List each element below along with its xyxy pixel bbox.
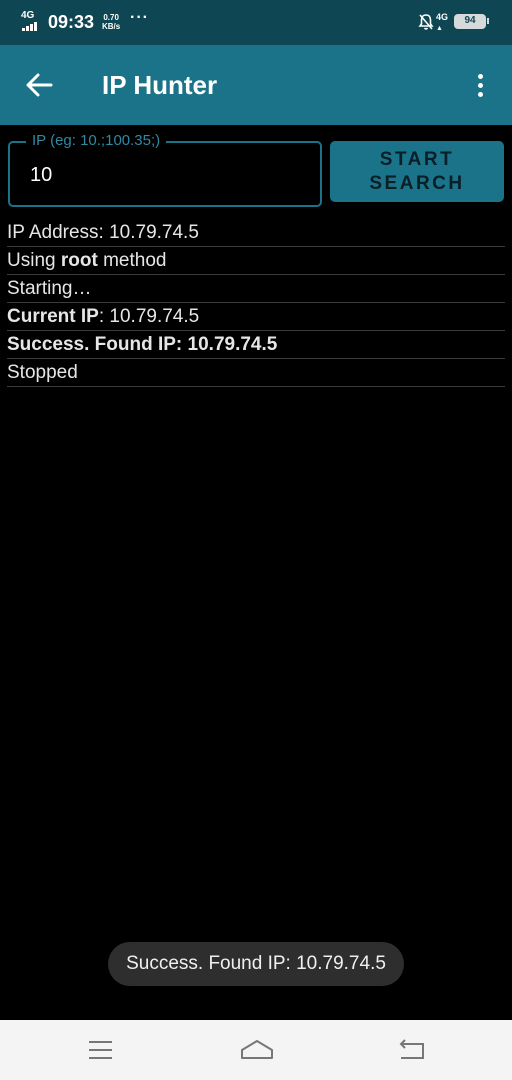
network-speed: 0.70 KB/s: [102, 13, 120, 31]
network-type-right: 4G ▲: [436, 12, 449, 32]
back-icon[interactable]: [397, 1038, 427, 1062]
speed-unit: KB/s: [102, 22, 121, 31]
signal-icon: [22, 22, 38, 31]
start-search-label-line2: SEARCH: [369, 172, 465, 194]
start-search-button[interactable]: START SEARCH: [330, 141, 504, 202]
battery-icon: 94: [454, 14, 489, 29]
ip-input[interactable]: IP (eg: 10.;100.35;) 10: [8, 132, 322, 207]
network-type: 4G: [21, 10, 35, 21]
menu-icon[interactable]: [86, 1038, 116, 1062]
log-line-ip-address: IP Address: 10.79.74.5: [7, 219, 505, 247]
clock: 09:33: [48, 12, 95, 32]
method-name: root: [60, 250, 98, 271]
more-notifications-icon: ···: [130, 9, 149, 26]
log-line-stopped: Stopped: [7, 359, 505, 387]
app-bar: IP Hunter: [0, 45, 512, 125]
page-title: IP Hunter: [102, 70, 218, 100]
nav-bar: [0, 1020, 512, 1080]
ip-input-label: IP (eg: 10.;100.35;): [26, 132, 167, 150]
log-line-method: Using root method: [7, 247, 505, 275]
ip-input-value[interactable]: 10: [30, 164, 52, 187]
log-line-starting: Starting…: [7, 275, 505, 303]
speed-value: 0.70: [103, 13, 119, 22]
status-bar: 4G 09:33 0.70 KB/s ··· 4G ▲ 94: [0, 0, 512, 45]
home-icon[interactable]: [240, 1038, 274, 1062]
log-list: IP Address: 10.79.74.5 Using root method…: [7, 219, 505, 387]
log-line-current-ip: Current IP: 10.79.74.5: [7, 303, 505, 331]
bell-off-icon: [418, 14, 434, 30]
start-search-label-line1: START: [379, 148, 455, 170]
log-line-success: Success. Found IP: 10.79.74.5: [7, 331, 505, 359]
more-vert-icon[interactable]: [470, 69, 490, 101]
arrow-left-icon[interactable]: [24, 69, 56, 101]
toast-message: Success. Found IP: 10.79.74.5: [108, 942, 404, 986]
